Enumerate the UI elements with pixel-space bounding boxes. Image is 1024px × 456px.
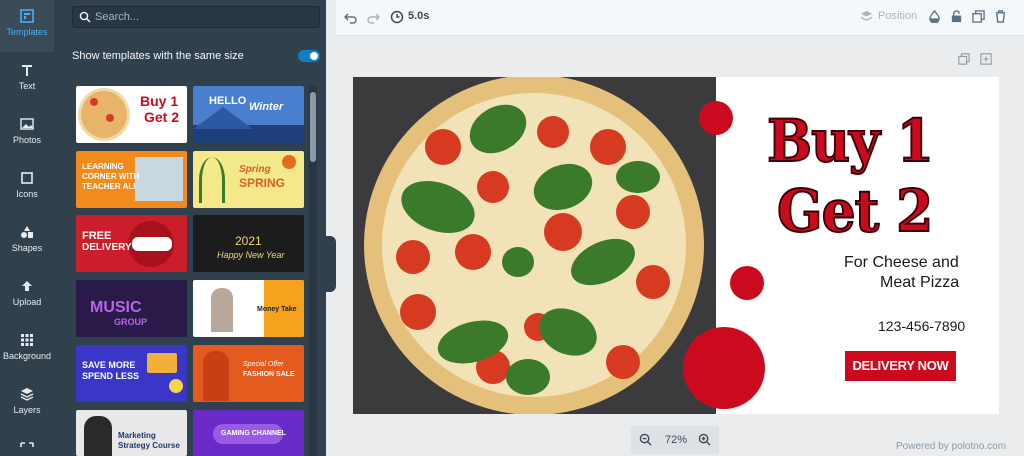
search-input[interactable]: Search... [72, 6, 320, 28]
layers-icon [20, 388, 34, 401]
rail-layers[interactable]: Layers [0, 378, 54, 430]
opacity-icon[interactable] [928, 10, 941, 23]
template-thumb-learning[interactable]: LEARNING CORNER WITH TEACHER ALI [76, 151, 187, 208]
duplicate-page-icon[interactable] [958, 53, 970, 65]
template-thumb-money-take[interactable]: Money Take [193, 280, 304, 337]
rail-shapes[interactable]: Shapes [0, 216, 54, 268]
thumb-text: TEACHER ALI [82, 182, 136, 191]
photos-icon [20, 118, 34, 130]
lock-icon[interactable] [950, 10, 963, 23]
shapes-icon [21, 226, 33, 238]
upload-icon [22, 281, 32, 291]
text-icon [22, 65, 32, 76]
same-size-label: Show templates with the same size [72, 50, 244, 62]
thumb-text: FREE [82, 230, 112, 242]
zoom-out-icon[interactable] [639, 433, 652, 446]
thumb-text: MUSIC [90, 299, 142, 316]
thumb-text: Winter [249, 101, 284, 113]
panel-scroll-thumb[interactable] [310, 92, 316, 162]
red-dot-medium[interactable] [730, 266, 764, 300]
template-thumb-winter[interactable]: HELLO Winter [193, 86, 304, 143]
thumb-text: HELLO [209, 95, 247, 107]
rail-label: Text [18, 81, 36, 91]
rail-label: Icons [16, 189, 38, 199]
rail-photos[interactable]: Photos [0, 108, 54, 160]
search-placeholder: Search... [95, 11, 140, 23]
thumb-text: Strategy Course [118, 441, 180, 450]
redo-icon[interactable] [366, 11, 380, 25]
zoom-in-icon[interactable] [698, 433, 711, 446]
thumb-text: GROUP [114, 317, 148, 327]
template-thumb-save-more[interactable]: SAVE MORE SPEND LESS [76, 345, 187, 402]
template-thumb-free-delivery[interactable]: FREE DELIVERY [76, 215, 187, 272]
background-icon [21, 334, 33, 346]
headline-buy[interactable]: Buy 1 [766, 106, 935, 176]
powered-by-link[interactable]: Powered by polotno.com [896, 441, 1006, 452]
icons-icon [21, 172, 33, 184]
thumb-text: DELIVERY [82, 242, 132, 253]
duplicate-icon[interactable] [972, 10, 985, 23]
phone-number[interactable]: 123-456-7890 [878, 318, 965, 334]
add-page-icon[interactable] [980, 53, 992, 65]
pizza-image [353, 77, 716, 414]
template-thumb-marketing[interactable]: Marketing Strategy Course [76, 410, 187, 456]
template-thumb-fashion-sale[interactable]: Special Offer FASHION SALE [193, 345, 304, 402]
clock-icon[interactable] [390, 10, 404, 24]
template-thumb-music[interactable]: MUSIC GROUP [76, 280, 187, 337]
zoom-control: 72% [631, 426, 719, 454]
thumb-text: SPRING [239, 176, 286, 190]
search-icon [79, 11, 91, 23]
thumb-text: FASHION SALE [243, 371, 295, 378]
layers-position-icon [860, 10, 873, 21]
thumb-text: 2021 [235, 234, 262, 248]
delivery-now-button[interactable]: DELIVERY NOW [845, 351, 956, 381]
template-thumb-buy1[interactable]: Buy 1 Get 2 [76, 86, 187, 143]
thumb-text: Special Offer [243, 361, 284, 368]
duration-label[interactable]: 5.0s [408, 10, 429, 22]
thumb-text: Spring [239, 164, 271, 175]
rail-templates[interactable]: Templates [0, 0, 54, 52]
rail-label: Background [2, 351, 52, 361]
rail-label: Shapes [11, 243, 43, 253]
trash-icon[interactable] [994, 10, 1007, 23]
side-rail: Templates Text Photos Icons Shapes Uploa… [0, 0, 54, 456]
thumb-text: SPEND LESS [82, 371, 140, 381]
rail-upload[interactable]: Upload [0, 270, 54, 322]
red-dot-small[interactable] [699, 101, 733, 135]
thumb-text: Buy 1 [140, 93, 179, 109]
rail-text[interactable]: Text [0, 54, 54, 106]
rail-label: Templates [6, 27, 48, 37]
template-thumb-new-year[interactable]: 2021 Happy New Year [193, 215, 304, 272]
rail-label: Upload [12, 297, 42, 307]
headline-get[interactable]: Get 2 [776, 176, 934, 246]
thumb-text: Marketing [118, 431, 156, 440]
same-size-toggle[interactable] [298, 50, 320, 62]
top-toolbar: 5.0s Position [336, 0, 1024, 36]
rail-label: Layers [13, 405, 41, 415]
red-dot-large[interactable] [683, 327, 765, 409]
offer-line-1[interactable]: For Cheese and [844, 254, 959, 272]
resize-icon [20, 442, 34, 447]
thumb-text: GAMING CHANNEL [221, 430, 286, 437]
pizza-photo[interactable] [353, 77, 716, 414]
template-thumb-spring[interactable]: Spring SPRING [193, 151, 304, 208]
thumb-text: Money Take [257, 306, 297, 313]
rail-label: Photos [12, 135, 42, 145]
template-thumb-gaming[interactable]: GAMING CHANNEL [193, 410, 304, 456]
thumb-text: SAVE MORE [82, 360, 136, 370]
zoom-level: 72% [665, 434, 688, 446]
thumb-text: LEARNING [82, 162, 124, 171]
panel-collapse-handle[interactable] [326, 236, 336, 292]
design-canvas[interactable]: Buy 1 Get 2 For Cheese and Meat Pizza 12… [353, 77, 999, 414]
thumb-text: Happy New Year [217, 250, 285, 260]
thumb-text: Get 2 [144, 109, 180, 125]
offer-line-2[interactable]: Meat Pizza [880, 274, 959, 292]
templates-icon [20, 9, 34, 23]
position-button[interactable]: Position [878, 10, 917, 22]
rail-background[interactable]: Background [0, 324, 54, 376]
rail-resize[interactable] [0, 432, 54, 456]
rail-icons[interactable]: Icons [0, 162, 54, 214]
undo-icon[interactable] [344, 11, 358, 25]
thumb-text: CORNER WITH [82, 172, 140, 181]
